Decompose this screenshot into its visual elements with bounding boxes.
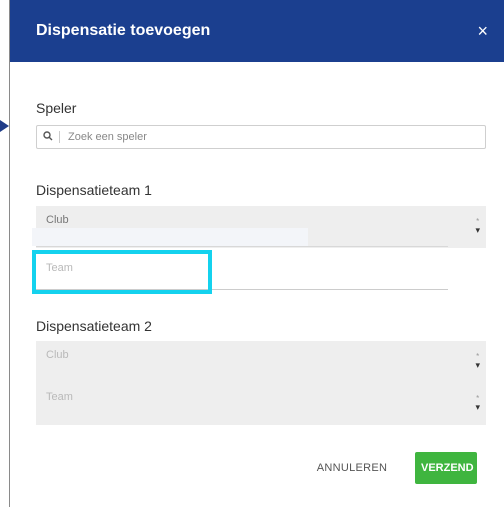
chevron-down-icon: * ▾ xyxy=(475,217,480,235)
search-icon xyxy=(37,130,59,144)
team1-club-placeholder: Club xyxy=(46,214,69,226)
team2-label: Dispensatieteam 2 xyxy=(36,318,152,334)
chevron-down-icon: * ▾ xyxy=(475,394,480,412)
team2-club-placeholder: Club xyxy=(46,349,69,361)
team2-team-select[interactable]: Team * ▾ xyxy=(36,383,486,425)
team2-team-placeholder: Team xyxy=(46,391,73,403)
modal-title: Dispensatie toevoegen xyxy=(36,22,211,39)
close-icon[interactable]: × xyxy=(477,22,488,40)
modal-header: Dispensatie toevoegen × xyxy=(10,0,504,62)
team1-label: Dispensatieteam 1 xyxy=(36,182,152,198)
arrow-right-icon xyxy=(0,120,9,132)
cancel-button[interactable]: ANNULEREN xyxy=(304,453,400,483)
focus-shadow xyxy=(32,228,308,246)
player-search-input[interactable] xyxy=(66,130,485,144)
dispensation-modal: Dispensatie toevoegen × Speler Dispensat… xyxy=(10,0,504,507)
background-page-edge xyxy=(0,0,10,507)
team1-club-underline xyxy=(36,246,448,247)
search-separator xyxy=(59,131,60,143)
player-search[interactable] xyxy=(36,125,486,149)
submit-button[interactable]: VERZEND xyxy=(415,452,477,484)
player-label: Speler xyxy=(36,100,77,116)
highlight-box xyxy=(32,250,212,294)
chevron-down-icon: * ▾ xyxy=(475,352,480,370)
team2-club-select[interactable]: Club * ▾ xyxy=(36,341,486,383)
